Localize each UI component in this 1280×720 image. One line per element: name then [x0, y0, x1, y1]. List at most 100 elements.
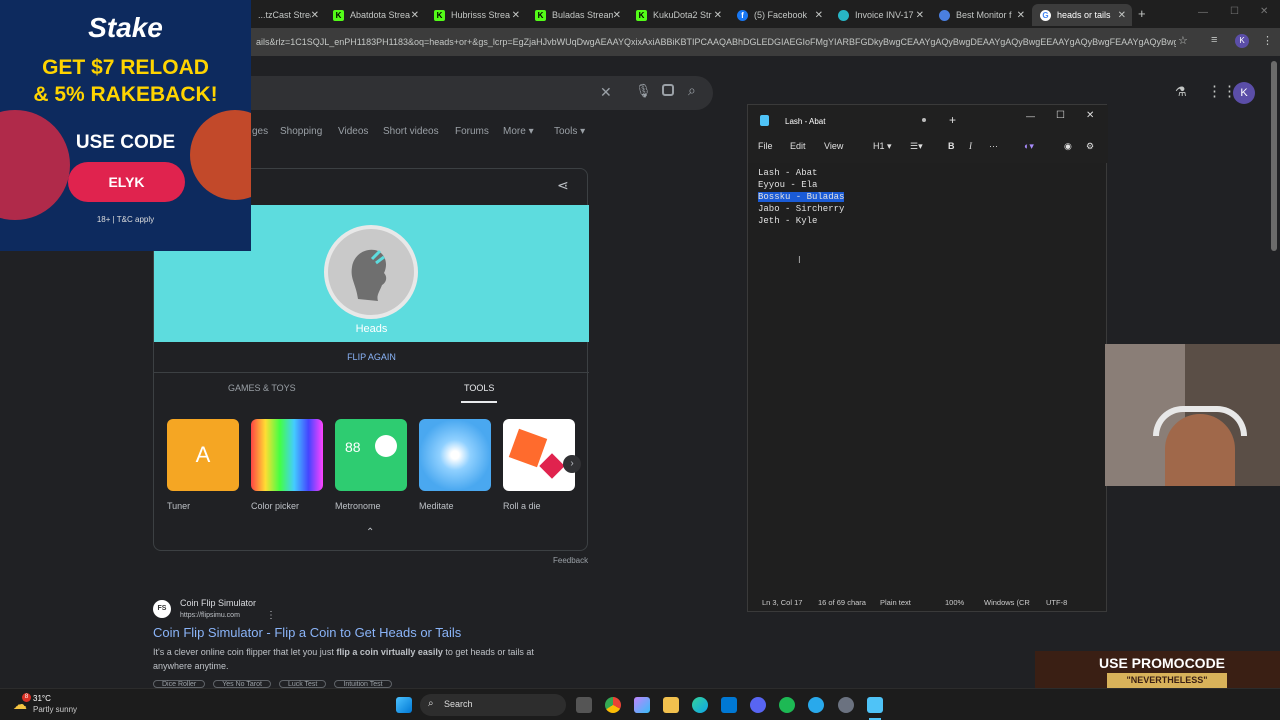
search-input[interactable]: ✕ 🎙 ⌕ [230, 76, 713, 110]
list-format-icon[interactable]: ☰▾ [910, 141, 923, 152]
nav-images[interactable]: ges [252, 126, 268, 137]
feedback-link[interactable]: Feedback [553, 556, 588, 565]
bold-icon[interactable]: B [948, 141, 955, 151]
spotify-icon[interactable] [779, 697, 795, 713]
tab-close-icon[interactable]: ✕ [916, 10, 924, 21]
result-site-url[interactable]: https://flipsimu.com [180, 612, 240, 619]
result-site-name[interactable]: Coin Flip Simulator [180, 598, 256, 608]
browser-tab[interactable]: Invoice INV-17 ✕ [830, 4, 930, 26]
notepad-taskbar-icon[interactable] [867, 697, 883, 713]
status-line-ending[interactable]: Windows (CR [984, 598, 1030, 607]
profile-avatar[interactable]: K [1235, 34, 1249, 48]
minimize-button[interactable]: — [1198, 7, 1208, 18]
chip[interactable]: Yes No Tarot [213, 680, 271, 688]
menu-view[interactable]: View [824, 141, 843, 151]
telegram-icon[interactable] [808, 697, 824, 713]
maximize-button[interactable]: ☐ [1230, 6, 1239, 17]
tab-close-icon[interactable]: ✕ [311, 10, 319, 21]
taskbar-search-box[interactable]: ⌕ Search [420, 694, 566, 716]
labs-flask-icon[interactable]: ⚗ [1175, 84, 1187, 100]
browser-tab[interactable]: ...tzCast Stream✕ [250, 4, 325, 26]
more-options-icon[interactable]: ··· [989, 141, 998, 151]
tab-close-icon[interactable]: ✕ [411, 10, 419, 21]
reading-list-icon[interactable]: ≡ [1211, 34, 1217, 46]
tab-close-icon[interactable]: ✕ [1017, 10, 1025, 21]
edge-icon[interactable] [692, 697, 708, 713]
search-icon[interactable]: ⌕ [688, 82, 696, 99]
tab-tools[interactable]: TOOLS [464, 383, 494, 393]
tab-close-icon[interactable]: ✕ [1118, 10, 1126, 21]
chip[interactable]: Intuition Test [334, 680, 392, 688]
lens-icon[interactable] [662, 84, 674, 96]
tool-tuner[interactable]: A Tuner [167, 419, 239, 511]
nav-shopping[interactable]: Shopping [280, 126, 322, 137]
notepad-maximize-button[interactable]: ☐ [1056, 110, 1065, 121]
copilot-taskbar-icon[interactable] [634, 697, 650, 713]
menu-file[interactable]: File [758, 141, 773, 151]
microphone-icon[interactable]: 🎙 [635, 83, 652, 99]
google-avatar[interactable]: K [1233, 82, 1255, 104]
account-icon[interactable]: ◉ [1064, 141, 1072, 152]
tab-close-icon[interactable]: ✕ [714, 10, 722, 21]
browser-tab[interactable]: K KukuDota2 Str ✕ [628, 4, 728, 26]
settings-gear-icon[interactable]: ⚙ [1086, 141, 1094, 152]
browser-tab[interactable]: Best Monitor f ✕ [931, 4, 1031, 26]
clear-search-icon[interactable]: ✕ [600, 84, 612, 101]
chip[interactable]: Luck Test [278, 680, 327, 688]
notepad-close-button[interactable]: ✕ [1086, 110, 1094, 121]
chrome-icon[interactable] [605, 697, 621, 713]
browser-tab[interactable]: K Hubrisss Strea ✕ [426, 4, 526, 26]
browser-tab[interactable]: K Abatdota Strea ✕ [325, 4, 425, 26]
chip[interactable]: Dice Roller [153, 680, 206, 688]
file-explorer-icon[interactable] [663, 697, 679, 713]
ad-code-button[interactable]: ELYK [68, 162, 185, 202]
browser-tab[interactable]: f (5) Facebook ✕ [729, 4, 829, 26]
bookmark-star-icon[interactable]: ☆ [1178, 34, 1188, 47]
browser-tab[interactable]: K Buladas Stream ✕ [527, 4, 627, 26]
notepad-tab-title[interactable]: Lash - Abat [785, 117, 825, 126]
italic-icon[interactable]: I [969, 141, 972, 151]
browser-menu-icon[interactable]: ⋮ [1262, 34, 1273, 47]
obs-icon[interactable] [838, 697, 854, 713]
notepad-editor[interactable]: Lash - Abat Eyyou - Ela Bossku - Buladas… [758, 167, 845, 227]
nav-more[interactable]: More ▾ [503, 126, 534, 137]
carousel-next-icon[interactable]: › [563, 455, 581, 473]
flip-again-button[interactable]: FLIP AGAIN [154, 352, 589, 362]
new-tab-button[interactable]: + [1138, 6, 1146, 21]
store-icon[interactable] [721, 697, 737, 713]
result-title-link[interactable]: Coin Flip Simulator - Flip a Coin to Get… [153, 625, 461, 640]
notepad-new-tab-button[interactable]: + [949, 113, 956, 127]
result-more-icon[interactable]: ⋮ [266, 610, 276, 621]
snippet-text: It's a clever online coin flipper that l… [153, 647, 337, 657]
notepad-minimize-button[interactable]: — [1026, 111, 1035, 121]
share-icon[interactable]: ⋖ [557, 177, 569, 194]
status-encoding[interactable]: UTF-8 [1046, 598, 1067, 607]
task-view-icon[interactable] [576, 697, 592, 713]
tab-close-icon[interactable]: ✕ [815, 10, 823, 21]
tab-title: (5) Facebook [754, 10, 808, 20]
page-scrollbar[interactable] [1271, 61, 1277, 251]
tool-meditate[interactable]: Meditate [419, 419, 491, 511]
nav-short-videos[interactable]: Short videos [383, 126, 439, 137]
url-field[interactable]: ails&rlz=1C1SQJL_enPH1183PH1183&oq=heads… [256, 31, 1176, 53]
tool-color-picker[interactable]: Color picker [251, 419, 323, 511]
tool-metronome[interactable]: 88 Metronome [335, 419, 407, 511]
nav-tools[interactable]: Tools ▾ [554, 126, 585, 137]
close-window-button[interactable]: ✕ [1260, 6, 1268, 17]
discord-icon[interactable] [750, 697, 766, 713]
collapse-chevron-icon[interactable]: ⌃ [366, 527, 374, 538]
tab-close-icon[interactable]: ✕ [512, 10, 520, 21]
nav-videos[interactable]: Videos [338, 126, 368, 137]
menu-edit[interactable]: Edit [790, 141, 806, 151]
tab-games-toys[interactable]: GAMES & TOYS [228, 383, 296, 393]
tool-label: Roll a die [503, 501, 541, 511]
meditate-icon [419, 419, 491, 491]
status-zoom[interactable]: 100% [945, 598, 964, 607]
tab-close-icon[interactable]: ✕ [613, 10, 621, 21]
heading-dropdown[interactable]: H1 ▾ [873, 141, 892, 152]
copilot-icon[interactable]: ◐▾ [1024, 141, 1034, 152]
browser-tab-active[interactable]: Gheads or tails ✕ [1032, 4, 1132, 26]
nav-forums[interactable]: Forums [455, 126, 489, 137]
status-format[interactable]: Plain text [880, 598, 911, 607]
windows-start-icon[interactable] [396, 697, 412, 713]
